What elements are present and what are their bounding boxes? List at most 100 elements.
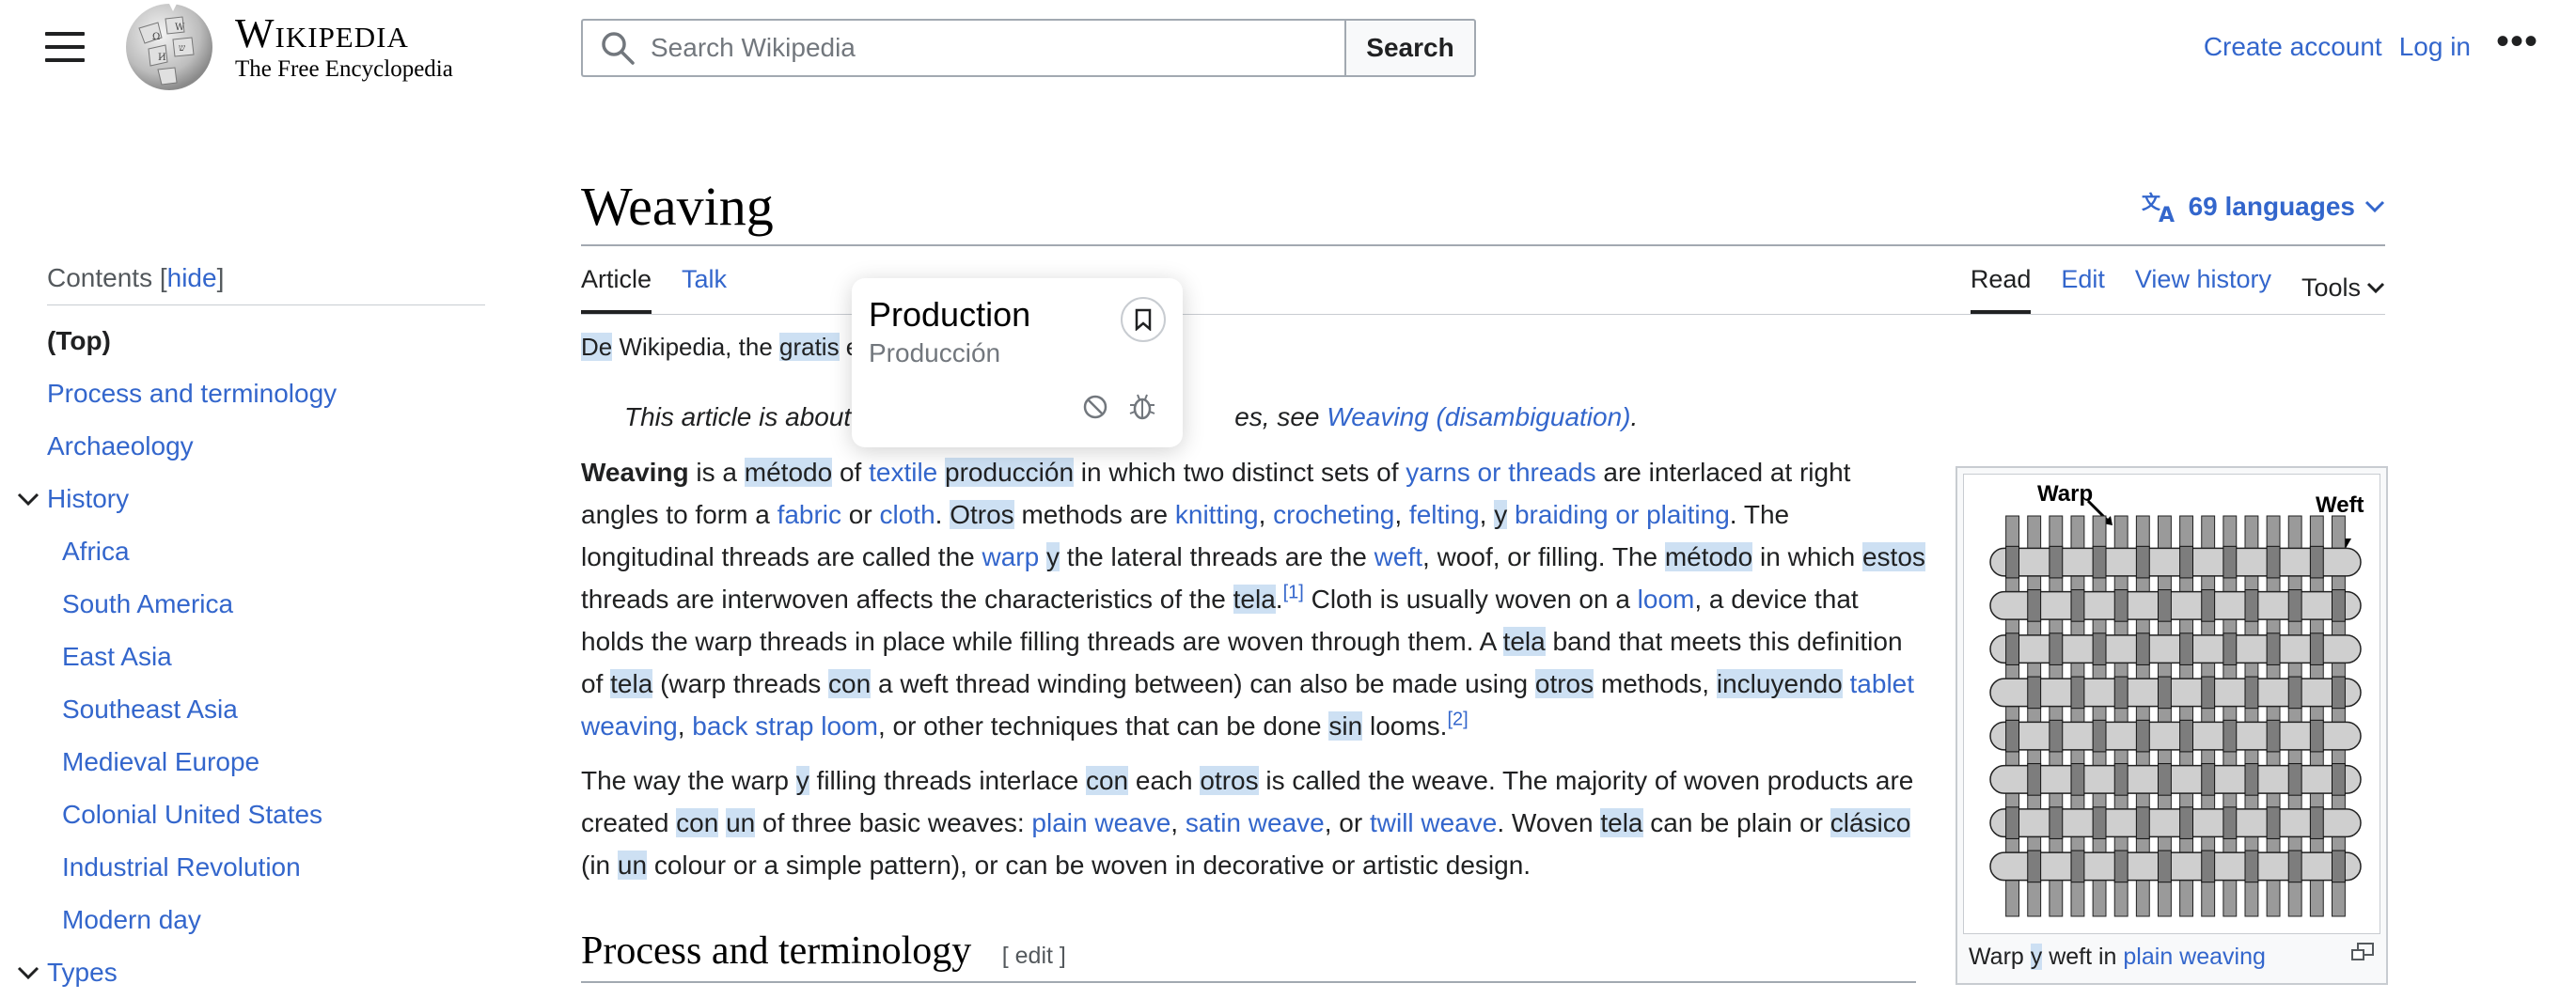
link-back-strap-loom[interactable]: back strap loom [692,711,878,741]
toc-item-modern-day[interactable]: Modern day [47,894,485,946]
text: methods are [1013,500,1175,529]
link-textile[interactable]: textile [869,458,937,487]
highlighted-word: tela [1502,627,1546,656]
toc-item-southeast-asia[interactable]: Southeast Asia [47,683,485,736]
text: is a [688,458,745,487]
enlarge-icon[interactable] [2350,942,2375,962]
text: methods, [1594,669,1717,698]
highlighted-word: un [617,851,648,880]
search-button[interactable]: Search [1344,19,1476,77]
toc-item-history[interactable]: History [47,484,129,513]
tab-talk[interactable]: Talk [682,265,727,310]
link-loom[interactable]: loom [1638,585,1695,614]
toc-item-africa[interactable]: Africa [47,525,485,578]
link-plain-weave[interactable]: plain weave [1031,808,1170,837]
link-twill-weave[interactable]: twill weave [1370,808,1497,837]
link-braiding-or-plaiting[interactable]: braiding or plaiting [1515,500,1730,529]
tab-view-history[interactable]: View history [2135,265,2271,310]
text: . Woven [1497,808,1601,837]
chevron-down-icon[interactable] [17,965,39,980]
toc-item-colonial-united-states[interactable]: Colonial United States [47,788,485,841]
highlighted-word: y [2030,944,2043,970]
toc-item-medieval-europe[interactable]: Medieval Europe [47,736,485,788]
link-satin-weave[interactable]: satin weave [1186,808,1325,837]
hatnote-text: es, see [1234,402,1327,431]
tab-tools[interactable]: Tools [2301,265,2385,310]
text [1039,542,1046,571]
link-yarns-or-threads[interactable]: yarns or threads [1406,458,1595,487]
user-links: Create account Log in [2204,32,2471,62]
link-weft[interactable]: weft [1374,542,1422,571]
weave-diagram-image[interactable]: Warp Weft [1963,474,2380,934]
popup-title: Production [869,295,1031,334]
link-felting[interactable]: felting [1409,500,1480,529]
caption-text: Warp [1969,944,2031,970]
toc-hide-button[interactable]: hide [167,263,217,292]
text: of three basic weaves: [755,808,1032,837]
chevron-down-icon [2364,200,2385,213]
section-edit-link[interactable]: [ edit ] [1002,943,1066,969]
text: of [832,458,870,487]
citation-2[interactable]: [2] [1447,710,1468,730]
link-cloth[interactable]: cloth [880,500,935,529]
main-menu-icon[interactable] [45,32,85,64]
language-selector[interactable]: 文 A 69 languages [2142,190,2385,224]
link-knitting[interactable]: knitting [1175,500,1259,529]
highlighted-word: sin [1328,711,1363,741]
highlighted-word: incluyendo [1716,669,1843,698]
search-form: Search [581,19,1476,77]
disambiguation-link[interactable]: Weaving (disambiguation) [1327,402,1630,431]
svg-text:W: W [175,23,185,33]
tab-edit[interactable]: Edit [2061,265,2105,310]
link-plain-weaving[interactable]: plain weaving [2123,944,2266,970]
toc-item-south-america[interactable]: South America [47,578,485,631]
chevron-down-icon[interactable] [17,492,39,507]
search-icon [602,32,635,65]
toc-item-industrial-revolution[interactable]: Industrial Revolution [47,841,485,894]
toc-header: Contents [hide] [47,263,485,305]
link-crocheting[interactable]: crocheting [1273,500,1394,529]
wikipedia-wordmark[interactable]: Wikipedia The Free Encyclopedia [235,13,453,83]
highlighted-word: clásico [1830,808,1911,837]
text: . [935,500,950,529]
link-warp[interactable]: warp [982,542,1040,571]
text: , [1479,500,1495,529]
text: threads are interwoven affects the chara… [581,585,1233,614]
text: the lateral threads are the [1060,542,1374,571]
toc-item-east-asia[interactable]: East Asia [47,631,485,683]
svg-text:ש: ש [179,43,185,54]
text: Cloth is usually woven on a [1303,585,1638,614]
link-preview-popup[interactable]: Production Producción [852,278,1183,447]
log-in-link[interactable]: Log in [2399,32,2471,62]
search-input[interactable] [649,32,1344,64]
wikipedia-globe-logo[interactable]: Ω W И ש [120,0,218,92]
highlighted-word: Otros [950,500,1014,529]
title-divider [581,244,2385,246]
toc-item-types[interactable]: Types [47,958,118,987]
link-fabric[interactable]: fabric [778,500,841,529]
toc-item-archaeology[interactable]: Archaeology [47,420,485,473]
text: in which two distinct sets of [1074,458,1406,487]
highlighted-word: otros [1200,766,1259,795]
tab-article[interactable]: Article [581,265,652,314]
toc-item-history-row: History [17,473,485,525]
translate-icon: 文 A [2142,191,2175,224]
bug-icon[interactable] [1126,391,1158,423]
text: looms. [1362,711,1448,741]
more-options-icon[interactable]: ••• [2496,23,2538,60]
tagline-word: gratis [779,333,840,361]
text [1843,669,1850,698]
text: in which [1752,542,1862,571]
tab-read[interactable]: Read [1970,265,2032,314]
text: . [1275,585,1283,614]
create-account-link[interactable]: Create account [2204,32,2382,62]
hatnote-text: This article is about [624,402,852,431]
text: filling threads interlace [809,766,1086,795]
citation-1[interactable]: [1] [1283,583,1304,603]
svg-text:И: И [158,53,166,63]
toc-item-process-and-terminology[interactable]: Process and terminology [47,367,485,420]
toc-item-top[interactable]: (Top) [47,315,485,367]
tools-label: Tools [2301,273,2361,302]
bookmark-button[interactable] [1121,297,1166,342]
block-icon[interactable] [1081,393,1109,421]
